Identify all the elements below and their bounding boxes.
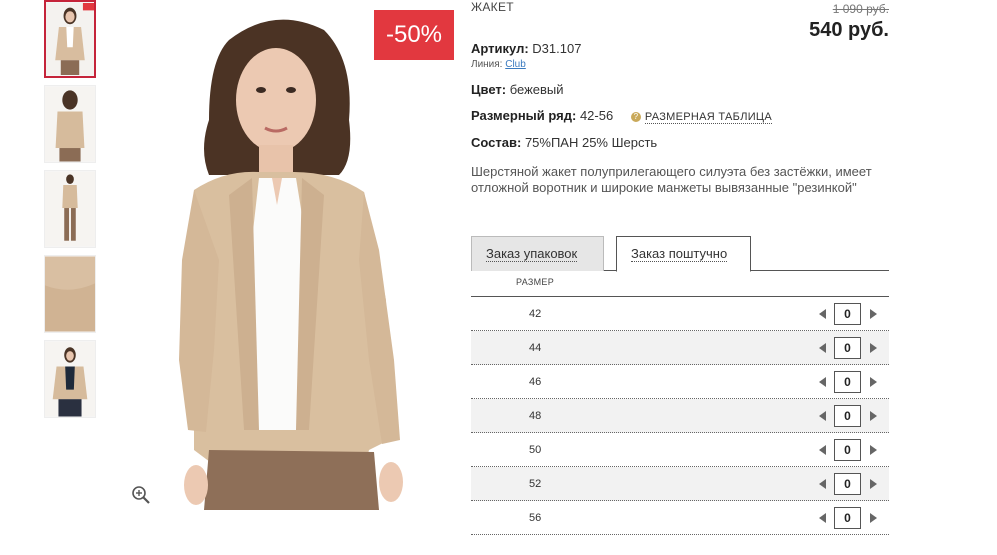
decrement-icon[interactable] xyxy=(819,343,826,353)
zoom-icon[interactable] xyxy=(131,485,151,505)
quantity-input[interactable] xyxy=(834,337,861,359)
line-label: Линия: xyxy=(471,59,503,70)
increment-icon[interactable] xyxy=(870,377,877,387)
color-label: Цвет: xyxy=(471,82,507,97)
order-tabs: Заказ упаковок Заказ поштучно xyxy=(471,236,889,272)
thumbnail-2-image xyxy=(45,86,95,162)
size-row: 44 xyxy=(471,331,889,365)
thumbnail-1[interactable] xyxy=(44,0,96,78)
product-description: Шерстяной жакет полуприлегающего силуэта… xyxy=(471,164,872,195)
decrement-icon[interactable] xyxy=(819,479,826,489)
thumbnail-1-image xyxy=(46,3,94,75)
quantity-input[interactable] xyxy=(834,507,861,529)
size-row: 42 xyxy=(471,297,889,331)
composition-value: 75%ПАН 25% Шерсть xyxy=(524,135,658,150)
thumbnail-5[interactable] xyxy=(44,340,96,418)
thumbnail-3[interactable] xyxy=(44,170,96,248)
tab-package-order[interactable]: Заказ упаковок xyxy=(471,236,604,271)
increment-icon[interactable] xyxy=(870,445,877,455)
line-link[interactable]: Club xyxy=(505,59,526,70)
quantity-stepper xyxy=(819,337,879,359)
decrement-icon[interactable] xyxy=(819,309,826,319)
size-value: 46 xyxy=(529,376,542,388)
quantity-input[interactable] xyxy=(834,473,861,495)
thumbnail-2[interactable] xyxy=(44,85,96,163)
quantity-input[interactable] xyxy=(834,405,861,427)
decrement-icon[interactable] xyxy=(819,445,826,455)
color-value: бежевый xyxy=(509,82,564,97)
increment-icon[interactable] xyxy=(870,309,877,319)
current-price: 540 руб. xyxy=(809,19,889,41)
quantity-input[interactable] xyxy=(834,439,861,461)
size-row: 52 xyxy=(471,467,889,501)
quantity-input[interactable] xyxy=(834,371,861,393)
increment-icon[interactable] xyxy=(870,411,877,421)
product-photo xyxy=(124,0,454,510)
size-range-row: Размерный ряд: 42-56 ? РАЗМЕРНАЯ ТАБЛИЦА xyxy=(471,108,772,124)
thumbnail-3-image xyxy=(45,171,95,247)
increment-icon[interactable] xyxy=(870,513,877,523)
size-value: 56 xyxy=(529,512,542,524)
tab-package-order-label: Заказ упаковок xyxy=(486,246,578,262)
size-value: 48 xyxy=(529,410,542,422)
size-value: 52 xyxy=(529,478,542,490)
decrement-icon[interactable] xyxy=(819,411,826,421)
quantity-stepper xyxy=(819,507,879,529)
discount-badge: -50% xyxy=(374,10,454,60)
sku-row: Артикул: D31.107 xyxy=(471,41,581,56)
size-row: 50 xyxy=(471,433,889,467)
size-value: 42 xyxy=(529,308,542,320)
size-value: 50 xyxy=(529,444,542,456)
main-product-image[interactable] xyxy=(124,0,454,510)
tab-piece-order-label: Заказ поштучно xyxy=(631,246,728,262)
thumbnail-strip xyxy=(44,0,98,425)
size-table: 42 44 46 48 xyxy=(471,296,889,535)
quantity-stepper xyxy=(819,371,879,393)
composition-row: Состав: 75%ПАН 25% Шерсть xyxy=(471,135,657,150)
size-range-label: Размерный ряд: xyxy=(471,108,577,123)
thumbnail-5-image xyxy=(45,341,95,417)
decrement-icon[interactable] xyxy=(819,513,826,523)
thumbnail-4[interactable] xyxy=(44,255,96,333)
decrement-icon[interactable] xyxy=(819,377,826,387)
quantity-stepper xyxy=(819,439,879,461)
quantity-stepper xyxy=(819,473,879,495)
size-row: 56 xyxy=(471,501,889,535)
quantity-stepper xyxy=(819,405,879,427)
thumbnail-4-image xyxy=(45,256,95,332)
increment-icon[interactable] xyxy=(870,479,877,489)
size-range-value: 42-56 xyxy=(579,108,614,123)
size-row: 48 xyxy=(471,399,889,433)
sku-value: D31.107 xyxy=(532,41,582,56)
tab-piece-order[interactable]: Заказ поштучно xyxy=(616,236,751,272)
quantity-input[interactable] xyxy=(834,303,861,325)
color-row: Цвет: бежевый xyxy=(471,82,564,97)
composition-label: Состав: xyxy=(471,135,522,150)
quantity-stepper xyxy=(819,303,879,325)
increment-icon[interactable] xyxy=(870,343,877,353)
size-value: 44 xyxy=(529,342,542,354)
product-title: ЖАКЕТ xyxy=(471,0,514,14)
sku-label: Артикул: xyxy=(471,41,529,56)
line-row: Линия: Club xyxy=(471,59,526,70)
old-price: 1 090 руб. xyxy=(832,2,889,16)
size-row: 46 xyxy=(471,365,889,399)
size-column-header: РАЗМЕР xyxy=(516,277,555,287)
size-table-link[interactable]: РАЗМЕРНАЯ ТАБЛИЦА xyxy=(644,110,772,124)
help-icon: ? xyxy=(630,111,641,122)
